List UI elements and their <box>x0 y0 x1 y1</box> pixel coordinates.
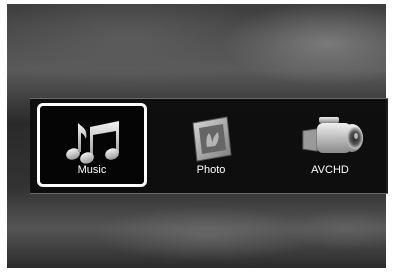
music-notes-icon <box>66 121 119 164</box>
menu-item-avchd[interactable]: AVCHD <box>275 103 385 187</box>
menu-item-photo[interactable]: Photo <box>156 103 266 187</box>
photo-frame-icon <box>192 116 232 162</box>
menu-item-label: Photo <box>196 164 226 176</box>
media-menu-bar: Music Photo AVCHD <box>30 98 388 194</box>
menu-item-label: Music <box>77 164 107 176</box>
menu-item-music[interactable]: Music <box>37 103 147 187</box>
camcorder-icon <box>302 117 363 153</box>
menu-item-label: AVCHD <box>311 164 349 176</box>
